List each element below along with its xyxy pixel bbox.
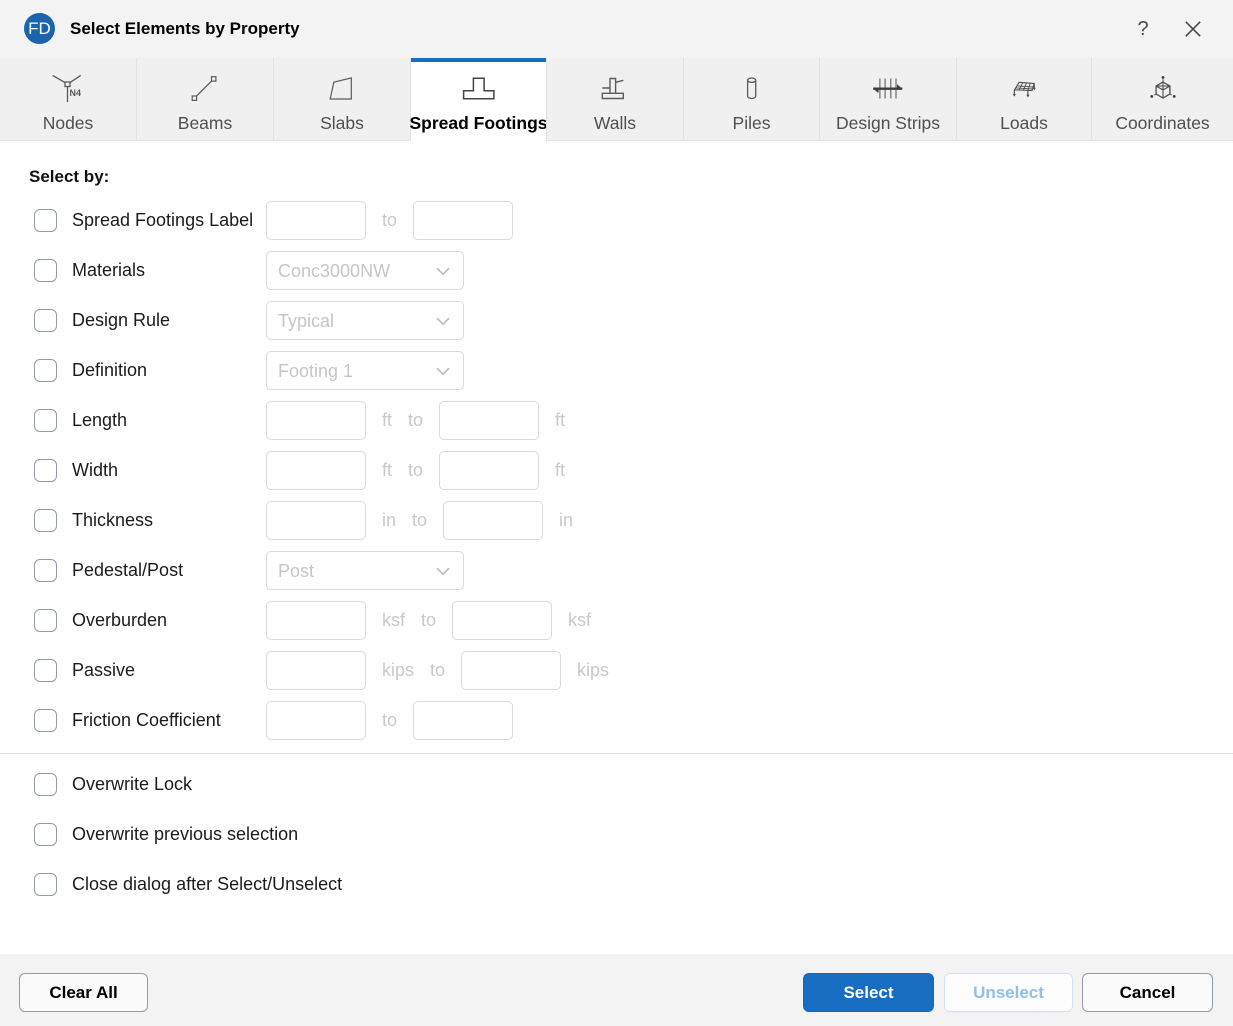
svg-text:N4: N4: [70, 88, 82, 98]
